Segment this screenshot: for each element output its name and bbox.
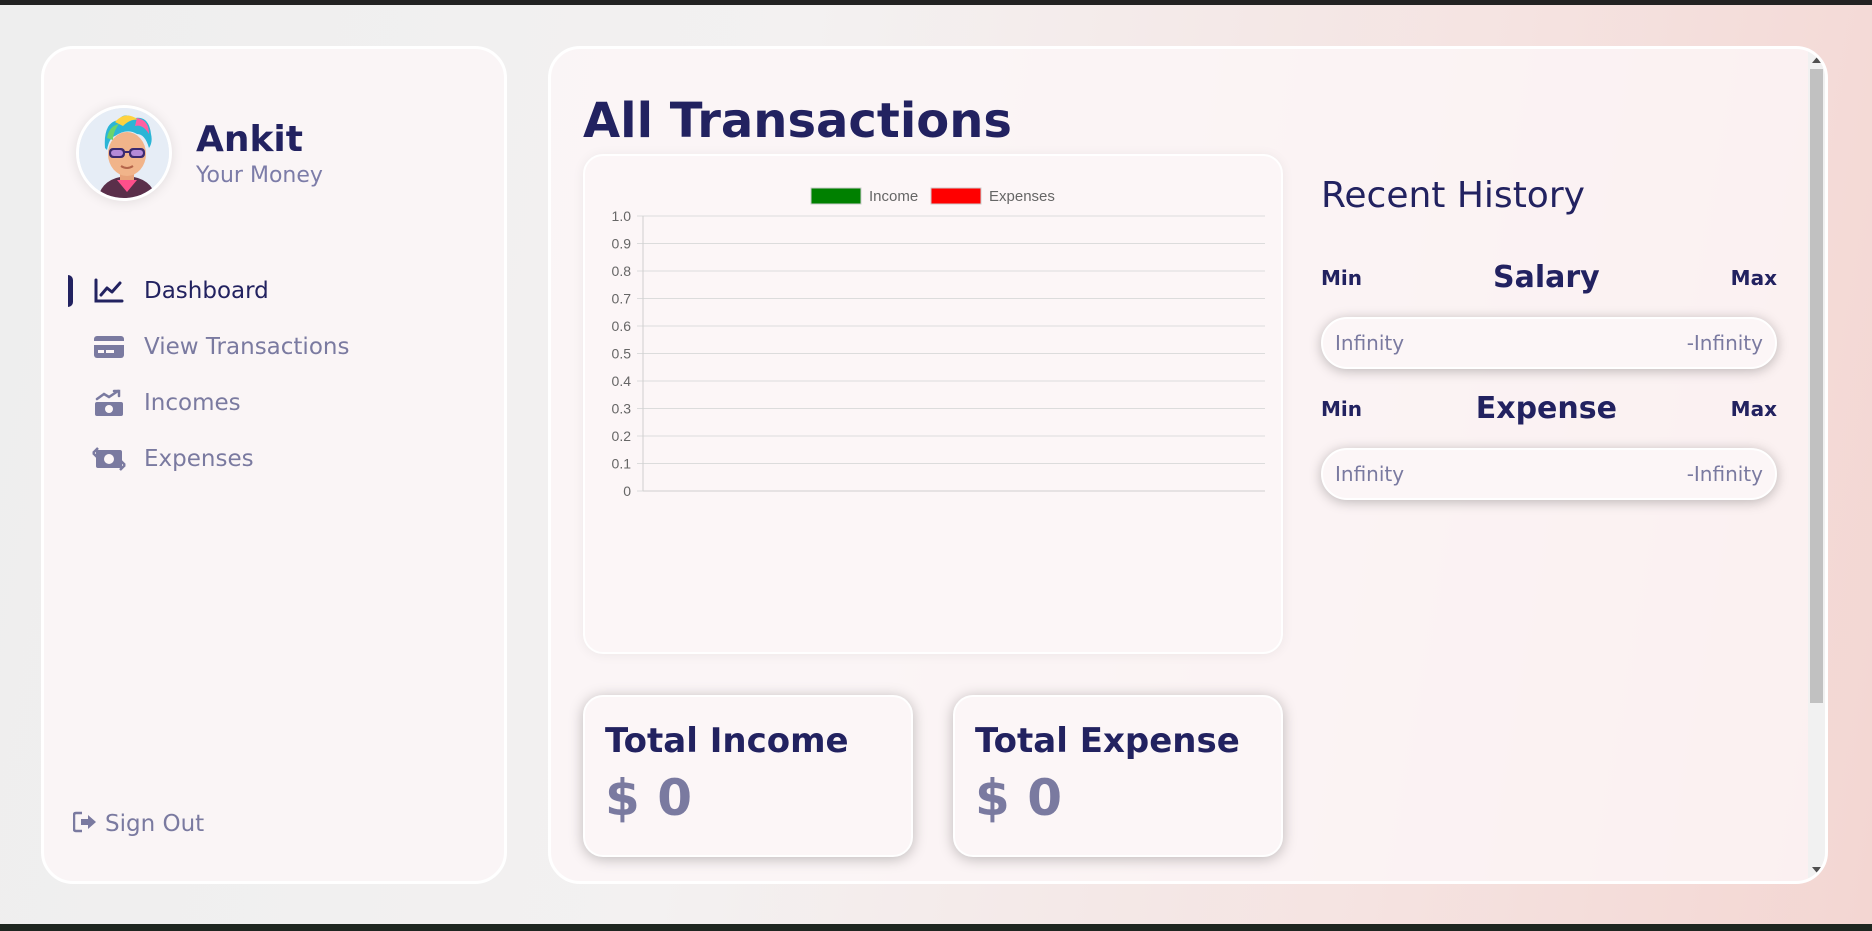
y-tick-label: 0.9: [612, 236, 632, 252]
y-tick-label: 0.8: [612, 263, 632, 279]
nav-item-label: Expenses: [144, 446, 254, 472]
nav-item-label: View Transactions: [144, 334, 350, 360]
scroll-up-arrow[interactable]: [1812, 57, 1822, 63]
legend-label-income: Income: [869, 188, 918, 205]
sign-out-button[interactable]: Sign Out: [72, 811, 205, 837]
nav-item-label: Incomes: [144, 390, 241, 416]
y-tick-label: 0.4: [612, 373, 632, 389]
total-income-title: Total Income: [605, 721, 849, 761]
legend-swatch-income: [810, 187, 862, 205]
user-subtitle: Your Money: [196, 162, 323, 188]
total-expense-value: $ 0: [975, 769, 1062, 827]
salary-max-value: -Infinity: [1686, 331, 1763, 355]
y-tick-label: 0.3: [612, 401, 632, 417]
expense-range-box: Infinity -Infinity: [1321, 448, 1777, 500]
recent-history-title: Recent History: [1321, 175, 1585, 216]
expense-max-label: Max: [1730, 396, 1777, 421]
money-bill-transfer-icon: [92, 445, 126, 473]
y-tick-label: 0.2: [612, 428, 632, 444]
nav-menu: Dashboard View Transactions Incomes Expe…: [68, 263, 349, 487]
user-name: Ankit: [196, 118, 303, 160]
scroll-down-arrow[interactable]: [1812, 867, 1822, 873]
transactions-chart: 1.0 0.9 0.8 0.7 0.6 0.5 0.4 0.3 0.2 0.1 0 Income Exp…: [583, 154, 1283, 654]
y-tick-label: 0.6: [612, 318, 632, 334]
expense-range-header: Min Expense Max: [1321, 391, 1777, 426]
total-expense-title: Total Expense: [975, 721, 1240, 761]
y-tick-label: 0.5: [612, 346, 632, 362]
main-content: All Transactions 1.0 0.9 0.8 0.7 0.6 0.5 0.4 0.…: [548, 46, 1828, 884]
page-title: All Transactions: [583, 93, 1012, 149]
sidebar: Ankit Your Money Dashboard View Transact…: [41, 46, 507, 884]
nav-item-label: Dashboard: [144, 278, 269, 304]
y-tick-label: 1.0: [612, 208, 632, 224]
salary-range-box: Infinity -Infinity: [1321, 317, 1777, 369]
credit-card-icon: [92, 333, 126, 361]
legend-swatch-expenses: [930, 187, 982, 205]
salary-max-label: Max: [1730, 265, 1777, 290]
total-income-value: $ 0: [605, 769, 692, 827]
salary-range-header: Min Salary Max: [1321, 260, 1777, 295]
total-expense-card: Total Expense $ 0: [953, 695, 1283, 857]
main-scrollbar[interactable]: [1808, 49, 1825, 881]
total-income-card: Total Income $ 0: [583, 695, 913, 857]
scrollbar-thumb[interactable]: [1810, 69, 1823, 703]
window-bottom-edge: [0, 924, 1872, 931]
y-tick-label: 0.7: [612, 291, 632, 307]
sign-out-icon: [72, 811, 97, 837]
salary-title: Salary: [1492, 260, 1600, 295]
expense-title: Expense: [1475, 391, 1617, 426]
sign-out-label: Sign Out: [105, 811, 205, 837]
expense-min-value: Infinity: [1335, 462, 1405, 486]
window-top-edge: [0, 0, 1872, 5]
avatar: [76, 105, 172, 201]
nav-item-dashboard[interactable]: Dashboard: [68, 263, 349, 319]
salary-min-value: Infinity: [1335, 331, 1405, 355]
salary-min-label: Min: [1321, 265, 1362, 290]
y-tick-label: 0: [623, 483, 631, 499]
nav-item-expenses[interactable]: Expenses: [68, 431, 349, 487]
legend-label-expenses: Expenses: [989, 188, 1055, 205]
expense-max-value: -Infinity: [1686, 462, 1763, 486]
nav-item-view-transactions[interactable]: View Transactions: [68, 319, 349, 375]
chart-line-icon: [92, 277, 126, 305]
nav-item-incomes[interactable]: Incomes: [68, 375, 349, 431]
expense-min-label: Min: [1321, 396, 1362, 421]
y-tick-label: 0.1: [612, 456, 632, 472]
recent-history: Recent History Min Salary Max Infinity -…: [1321, 175, 1777, 500]
money-bill-trend-up-icon: [92, 389, 126, 417]
chart-canvas: 1.0 0.9 0.8 0.7 0.6 0.5 0.4 0.3 0.2 0.1 0 Income Exp…: [612, 187, 1265, 499]
user-profile: Ankit Your Money: [76, 105, 323, 201]
